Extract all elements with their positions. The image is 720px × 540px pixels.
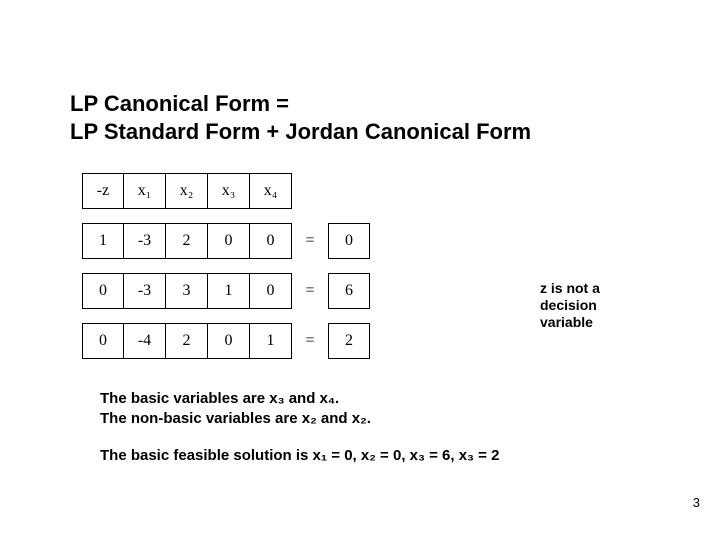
equals-sign: = (292, 232, 328, 250)
note-nonbasic-vars: The non-basic variables are x₂ and x₂. (100, 409, 650, 429)
rhs-cell: 0 (328, 223, 370, 259)
slide-title: LP Canonical Form = LP Standard Form + J… (70, 90, 650, 145)
note-bfs: The basic feasible solution is x₁ = 0, x… (100, 446, 650, 466)
coeff-cell: 0 (250, 273, 292, 309)
tableau-header: -z x₁ x₂ x₃ x₄ (82, 173, 650, 209)
coeff-cell: 3 (166, 273, 208, 309)
title-line-2: LP Standard Form + Jordan Canonical Form (70, 118, 650, 146)
coeff-cell: 0 (82, 273, 124, 309)
table-row: 1 -3 2 0 0 = 0 (82, 223, 650, 259)
note-basic-vars: The basic variables are x₃ and x₄. (100, 389, 650, 409)
rhs-cell: 6 (328, 273, 370, 309)
slide: LP Canonical Form = LP Standard Form + J… (0, 0, 720, 540)
header-cell: x₂ (166, 173, 208, 209)
header-cell: x₁ (124, 173, 166, 209)
equals-sign: = (292, 282, 328, 300)
coeff-cell: 2 (166, 323, 208, 359)
coeff-cell: 1 (82, 223, 124, 259)
header-cell: -z (82, 173, 124, 209)
coeff-cell: 1 (208, 273, 250, 309)
equals-sign: = (292, 332, 328, 350)
page-number: 3 (693, 495, 700, 510)
coeff-cell: 0 (208, 223, 250, 259)
header-cell: x₄ (250, 173, 292, 209)
coeff-cell: 2 (166, 223, 208, 259)
coeff-cell: -3 (124, 273, 166, 309)
row-coeffs: 0 -4 2 0 1 (82, 323, 292, 359)
coeff-cell: -4 (124, 323, 166, 359)
side-note: z is not a decision variable (540, 280, 650, 330)
coeff-cell: 0 (208, 323, 250, 359)
rhs-cell: 2 (328, 323, 370, 359)
title-line-1: LP Canonical Form = (70, 90, 650, 118)
row-coeffs: 0 -3 3 1 0 (82, 273, 292, 309)
coeff-cell: 0 (250, 223, 292, 259)
tableau: -z x₁ x₂ x₃ x₄ 1 -3 2 0 0 = 0 0 (82, 173, 650, 359)
row-coeffs: 1 -3 2 0 0 (82, 223, 292, 259)
header-cell: x₃ (208, 173, 250, 209)
notes-block: The basic variables are x₃ and x₄. The n… (100, 389, 650, 466)
coeff-cell: 1 (250, 323, 292, 359)
coeff-cell: 0 (82, 323, 124, 359)
coeff-cell: -3 (124, 223, 166, 259)
